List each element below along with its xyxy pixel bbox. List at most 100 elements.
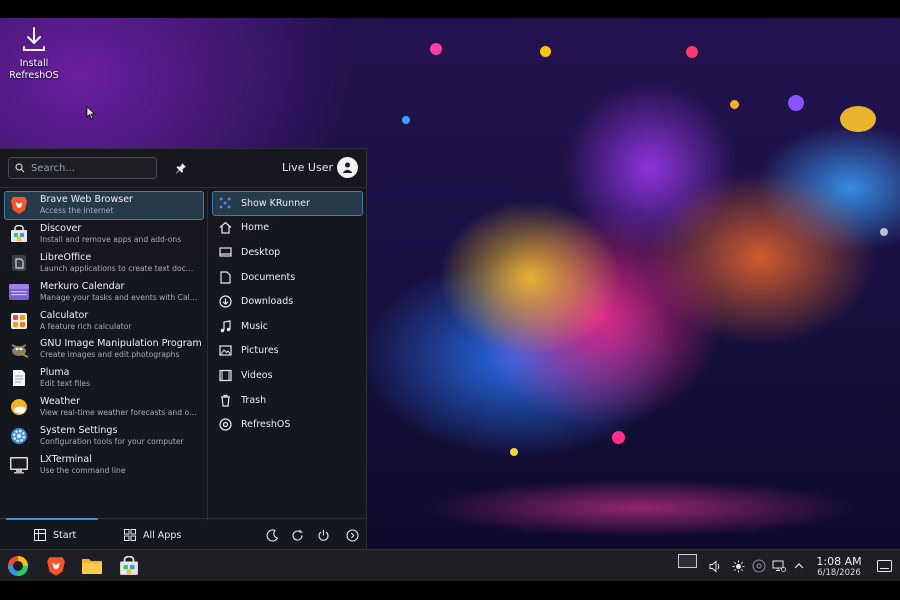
gimp-icon [9, 339, 29, 359]
install-refreshos-desktop-icon[interactable]: Install RefreshOS [6, 26, 62, 90]
digital-clock[interactable]: 1:08 AM 6/18/2026 [808, 555, 870, 579]
favorite-item-libreoffice[interactable]: LibreOffice Launch applications to creat… [4, 249, 204, 278]
music-icon [218, 319, 232, 333]
user-icon [342, 162, 353, 173]
place-item-downloads[interactable]: Downloads [212, 289, 363, 314]
leave-menu-button[interactable] [345, 528, 359, 542]
restart-icon [291, 529, 303, 541]
place-label: Downloads [241, 296, 294, 308]
virtual-desktop-pager[interactable] [678, 554, 697, 568]
place-label: Music [241, 320, 269, 332]
brave-icon [47, 557, 65, 576]
favorite-name: Brave Web Browser [40, 194, 133, 206]
start-grid-icon [34, 529, 46, 541]
search-icon [15, 163, 25, 173]
user-avatar[interactable] [337, 157, 358, 178]
taskbar-brave-button[interactable] [44, 554, 68, 578]
favorite-name: Pluma [40, 367, 70, 379]
favorite-description: Launch applications to create text docum… [40, 263, 198, 273]
favorite-item-discover[interactable]: Discover Install and remove apps and add… [4, 220, 204, 249]
terminal-icon [9, 455, 29, 475]
weather-icon [9, 397, 29, 417]
trash-icon [218, 393, 232, 407]
favorite-name: Discover [40, 223, 82, 235]
downloads-icon [218, 295, 232, 309]
documents-icon [218, 270, 232, 284]
brightness-tray-button[interactable] [731, 559, 745, 573]
tab-all-apps[interactable]: All Apps [124, 519, 181, 551]
place-item-documents[interactable]: Documents [212, 265, 363, 290]
search-field[interactable] [8, 157, 157, 179]
show-desktop-button[interactable] [876, 559, 892, 573]
place-label: Home [241, 222, 270, 234]
favorite-description: View real-time weather forecasts and oth… [40, 407, 198, 417]
restart-button[interactable] [290, 528, 304, 542]
clock-time: 1:08 AM [816, 555, 862, 568]
refreshos-icon [218, 418, 232, 432]
place-item-trash[interactable]: Trash [212, 388, 363, 413]
taskbar-discover-button[interactable] [117, 554, 141, 578]
libreoffice-icon [9, 253, 29, 273]
favorite-name: Merkuro Calendar [40, 280, 125, 292]
text-editor-icon [9, 368, 29, 388]
place-item-music[interactable]: Music [212, 314, 363, 339]
favorite-name: Weather [40, 395, 80, 407]
tray-expand-button[interactable] [792, 559, 806, 573]
column-divider [207, 191, 208, 521]
place-label: Pictures [241, 345, 279, 357]
search-input[interactable] [31, 162, 151, 174]
krunner-icon [218, 196, 232, 210]
desktop-folder-icon [218, 245, 232, 259]
place-item-show-krunner[interactable]: Show KRunner [212, 191, 363, 216]
disk-tray-button[interactable] [752, 559, 766, 573]
favorite-item-merkuro-calendar[interactable]: Merkuro Calendar Manage your tasks and e… [4, 277, 204, 306]
tab-start-label: Start [53, 529, 77, 541]
tab-start[interactable]: Start [5, 518, 99, 551]
taskbar-files-button[interactable] [80, 554, 104, 578]
power-icon [318, 529, 328, 541]
favorite-description: A feature rich calculator [40, 321, 132, 331]
disk-icon [752, 559, 766, 573]
tab-all-apps-label: All Apps [143, 529, 182, 541]
place-item-refreshos[interactable]: RefreshOS [212, 412, 363, 437]
user-name-label: Live User [281, 161, 333, 174]
chevron-up-icon [794, 563, 804, 569]
place-label: Trash [241, 394, 267, 406]
discover-icon [120, 556, 138, 575]
favorite-description: Create images and edit photographs [40, 350, 180, 360]
place-label: Documents [241, 271, 296, 283]
favorite-description: Configuration tools for your computer [40, 436, 184, 446]
favorite-description: Manage your tasks and events with Calen.… [40, 292, 198, 302]
taskbar: 1:08 AM 6/18/2026 [0, 549, 900, 582]
favorite-item-lxterminal[interactable]: LXTerminal Use the command line [4, 450, 204, 479]
favorite-item-brave[interactable]: Brave Web Browser Access the Internet [4, 191, 204, 220]
home-icon [218, 221, 232, 235]
install-refreshos-label: Install RefreshOS [9, 58, 59, 81]
sleep-button[interactable] [265, 528, 279, 542]
place-label: RefreshOS [241, 419, 291, 431]
brightness-icon [732, 560, 744, 572]
volume-tray-button[interactable] [708, 559, 722, 573]
shutdown-button[interactable] [316, 528, 330, 542]
speaker-icon [709, 559, 719, 573]
clock-date: 6/18/2026 [817, 568, 861, 578]
taskbar-launcher-button[interactable] [2, 550, 34, 582]
pin-launcher-button[interactable] [172, 159, 190, 177]
places-list: Show KRunner Home Desktop Documents Down… [212, 191, 363, 437]
favorite-item-weather[interactable]: Weather View real-time weather forecasts… [4, 393, 204, 422]
place-item-desktop[interactable]: Desktop [212, 240, 363, 265]
place-item-pictures[interactable]: Pictures [212, 339, 363, 364]
favorite-item-system-settings[interactable]: System Settings Configuration tools for … [4, 421, 204, 450]
place-item-videos[interactable]: Videos [212, 363, 363, 388]
place-item-home[interactable]: Home [212, 216, 363, 241]
favorite-name: System Settings [40, 424, 118, 436]
discover-icon [9, 224, 29, 244]
favorite-item-gimp[interactable]: GNU Image Manipulation Program Create im… [4, 335, 204, 364]
letterbox-bottom [0, 581, 900, 600]
chevron-right-circle-icon [345, 528, 359, 542]
header-divider [0, 187, 367, 188]
network-tray-button[interactable] [772, 559, 786, 573]
favorite-item-calculator[interactable]: Calculator A feature rich calculator [4, 306, 204, 335]
download-icon [23, 27, 45, 51]
favorite-item-pluma[interactable]: Pluma Edit text files [4, 364, 204, 393]
